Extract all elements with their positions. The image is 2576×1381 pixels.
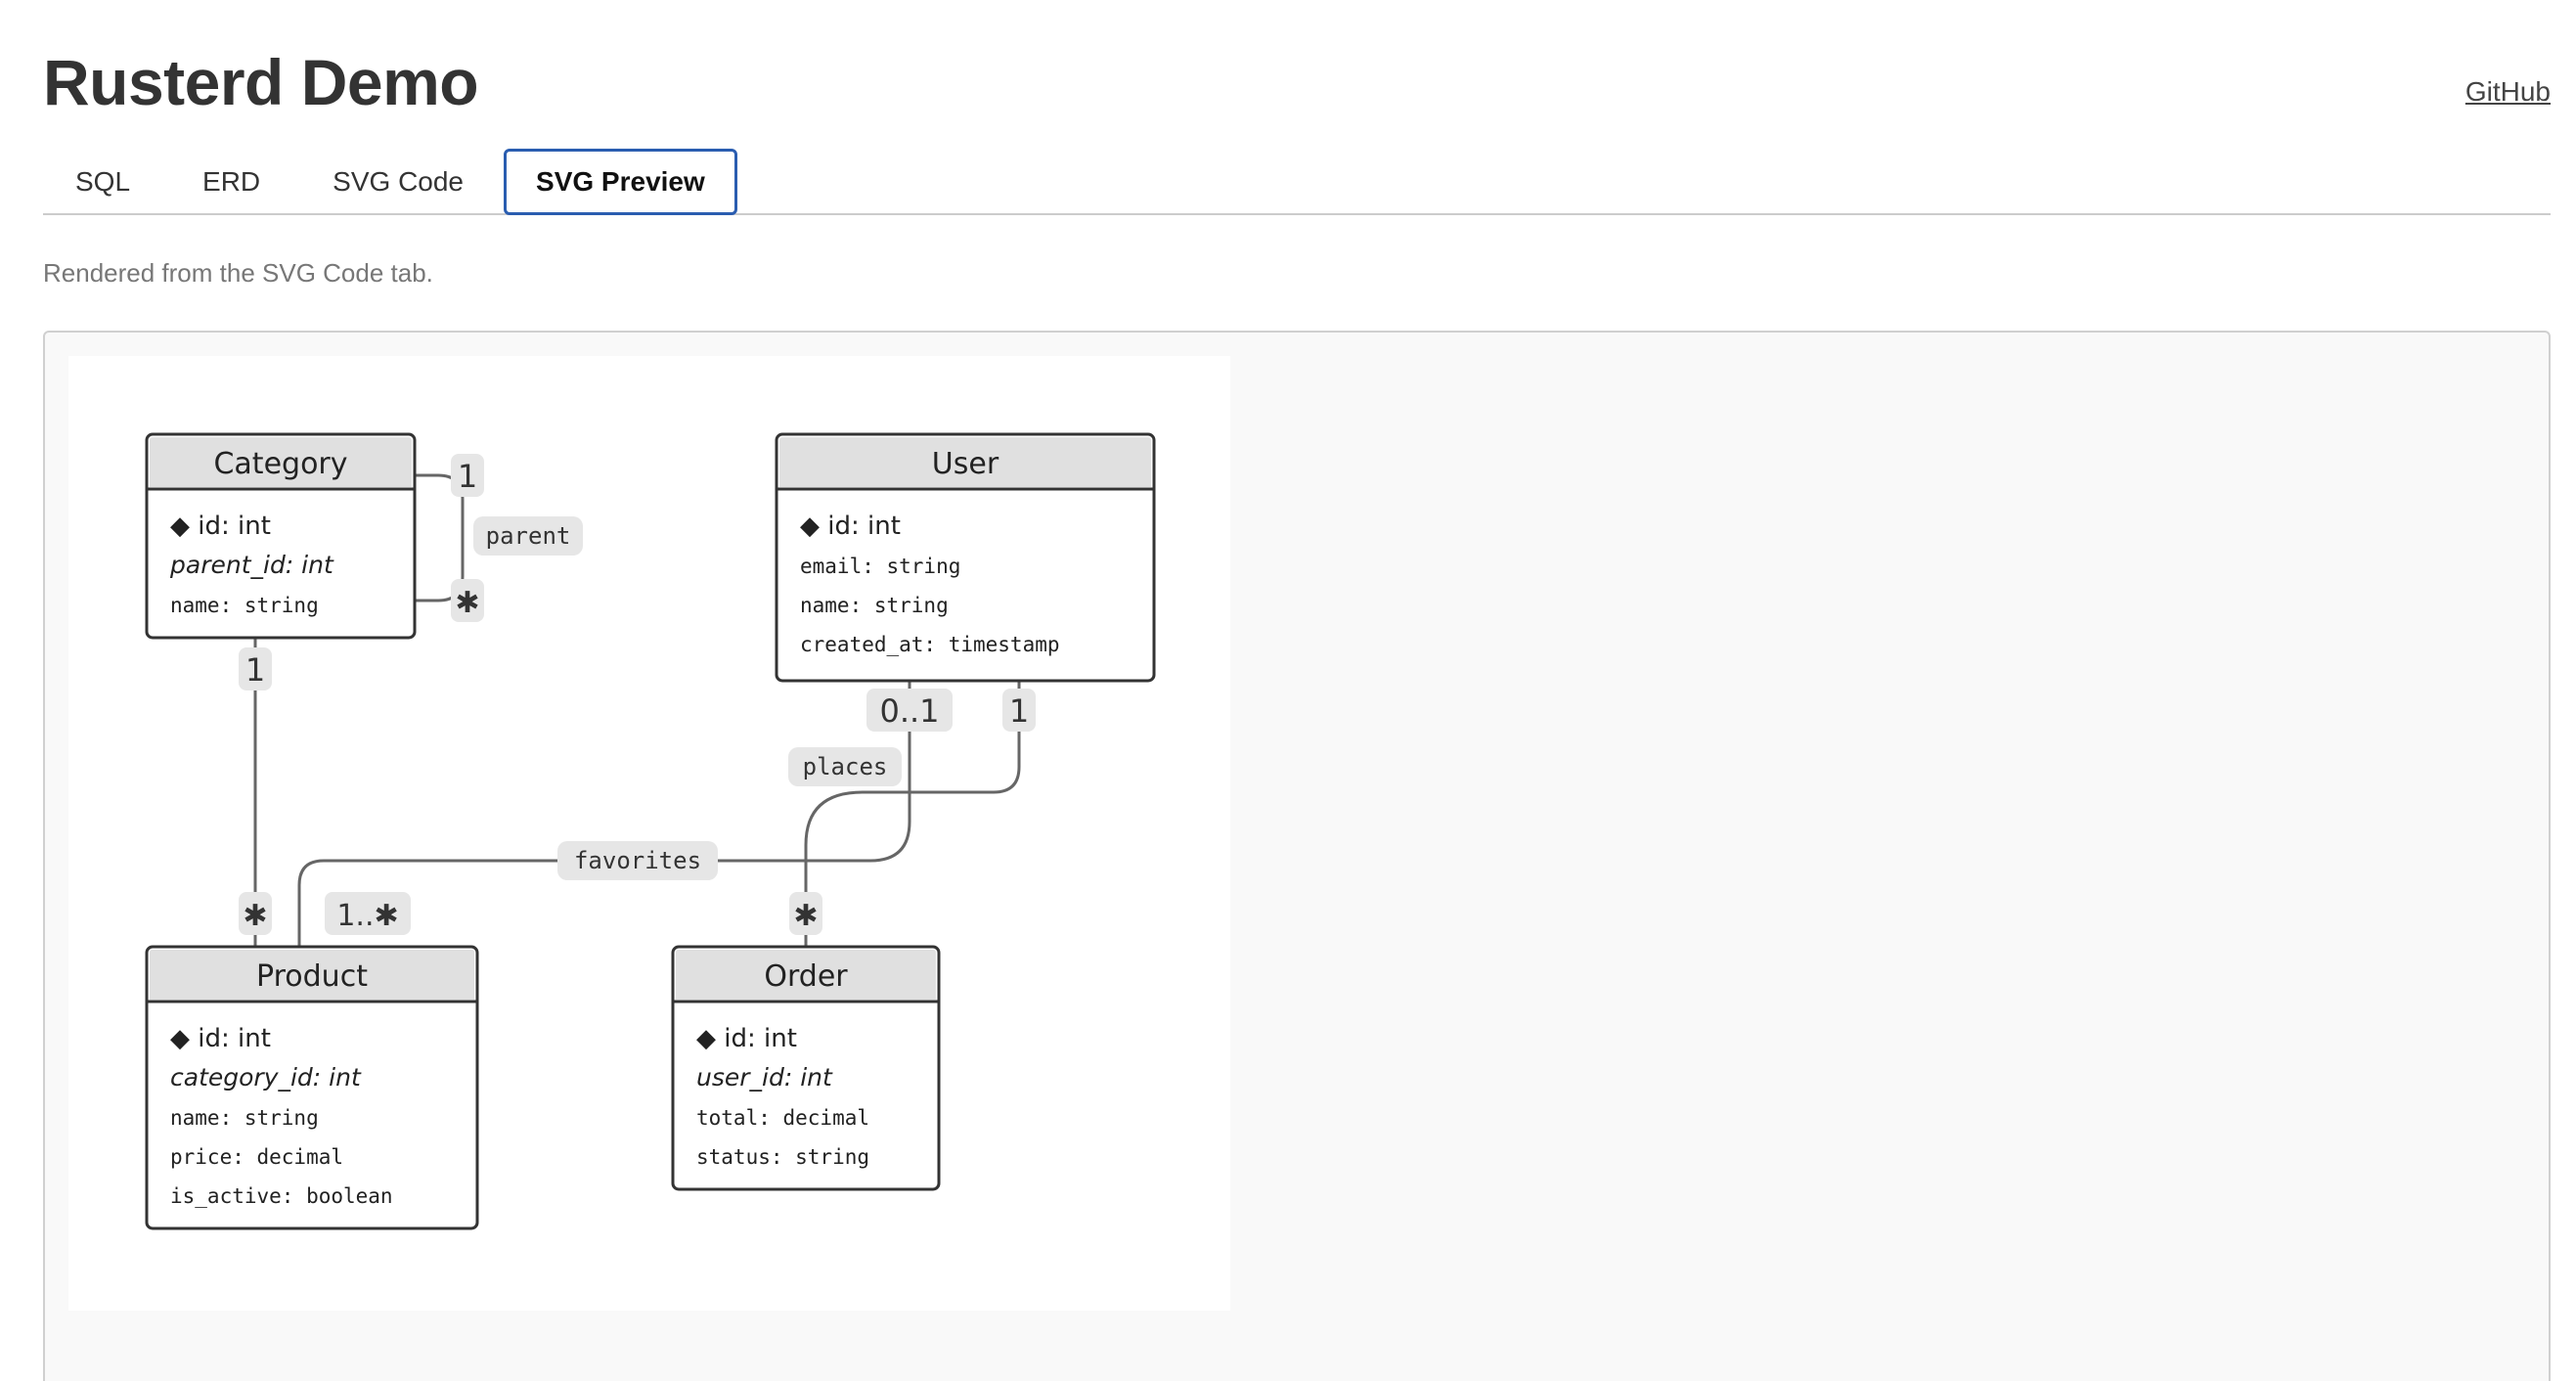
entity-order-field-total: total: decimal [696, 1106, 869, 1130]
github-link[interactable]: GitHub [2465, 76, 2551, 108]
entity-user-field-email: email: string [800, 555, 960, 578]
tab-sql[interactable]: SQL [43, 149, 162, 215]
entity-category-field-parent-id: parent_id: int [169, 551, 334, 579]
svg-text:1..✱: 1..✱ [336, 899, 398, 933]
card-favorites-from: 0..1 [866, 689, 953, 732]
label-places: places [788, 747, 902, 786]
entity-product-field-id: ◆ id: int [170, 1024, 271, 1053]
tab-svg-preview[interactable]: SVG Preview [504, 149, 737, 215]
app-page: Rusterd Demo GitHub SQL ERD SVG Code SVG… [0, 0, 2576, 1381]
svg-canvas: parent favorites places 1 ✱ 1 ✱ 0..1 1..… [68, 356, 1230, 1311]
entity-user-title: User [932, 447, 999, 481]
page-title: Rusterd Demo [43, 46, 479, 118]
svg-text:✱: ✱ [243, 899, 267, 933]
entity-user-field-id: ◆ id: int [800, 512, 901, 541]
entity-category-field-id: ◆ id: int [170, 512, 271, 541]
entity-product-field-is-active: is_active: boolean [170, 1184, 393, 1208]
card-category-product-from: 1 [239, 647, 272, 690]
svg-text:1: 1 [245, 651, 265, 689]
erd-diagram: parent favorites places 1 ✱ 1 ✱ 0..1 1..… [145, 432, 1156, 1230]
svg-text:✱: ✱ [793, 899, 818, 933]
label-places-text: places [803, 753, 888, 780]
entity-order-field-user-id: user_id: int [696, 1063, 833, 1091]
preview-panel: parent favorites places 1 ✱ 1 ✱ 0..1 1..… [43, 331, 2551, 1381]
entity-user: User ◆ id: int email: string name: strin… [775, 432, 1156, 683]
label-parent-text: parent [486, 522, 571, 550]
entity-category-title: Category [213, 447, 347, 481]
label-favorites: favorites [557, 841, 718, 880]
label-favorites-text: favorites [574, 847, 701, 874]
tab-bar: SQL ERD SVG Code SVG Preview [43, 149, 2551, 215]
tab-svg-code[interactable]: SVG Code [300, 149, 496, 215]
card-parent-to: ✱ [451, 579, 484, 622]
entity-user-field-name: name: string [800, 594, 949, 617]
card-category-product-to: ✱ [239, 892, 272, 935]
preview-hint: Rendered from the SVG Code tab. [43, 258, 433, 288]
svg-text:✱: ✱ [455, 586, 479, 620]
svg-text:1: 1 [458, 458, 477, 495]
entity-category-field-name: name: string [170, 594, 319, 617]
svg-text:0..1: 0..1 [879, 692, 939, 730]
entity-product-field-price: price: decimal [170, 1145, 343, 1169]
label-parent: parent [473, 516, 583, 556]
entity-user-field-created-at: created_at: timestamp [800, 633, 1060, 656]
entity-category: Category ◆ id: int parent_id: int name: … [145, 432, 417, 640]
entity-order: Order ◆ id: int user_id: int total: deci… [671, 945, 941, 1191]
card-favorites-to: 1..✱ [325, 892, 411, 935]
entity-product-field-category-id: category_id: int [170, 1063, 362, 1091]
card-places-from: 1 [1002, 689, 1036, 732]
entity-order-title: Order [764, 959, 848, 994]
entity-order-field-id: ◆ id: int [696, 1024, 797, 1053]
card-places-to: ✱ [789, 892, 822, 935]
entity-product: Product ◆ id: int category_id: int name:… [145, 945, 479, 1230]
entity-order-field-status: status: string [696, 1145, 869, 1169]
svg-text:1: 1 [1009, 692, 1029, 730]
card-parent-from: 1 [451, 454, 484, 497]
entity-product-field-name: name: string [170, 1106, 319, 1130]
tab-erd[interactable]: ERD [170, 149, 292, 215]
entity-product-title: Product [256, 959, 368, 994]
